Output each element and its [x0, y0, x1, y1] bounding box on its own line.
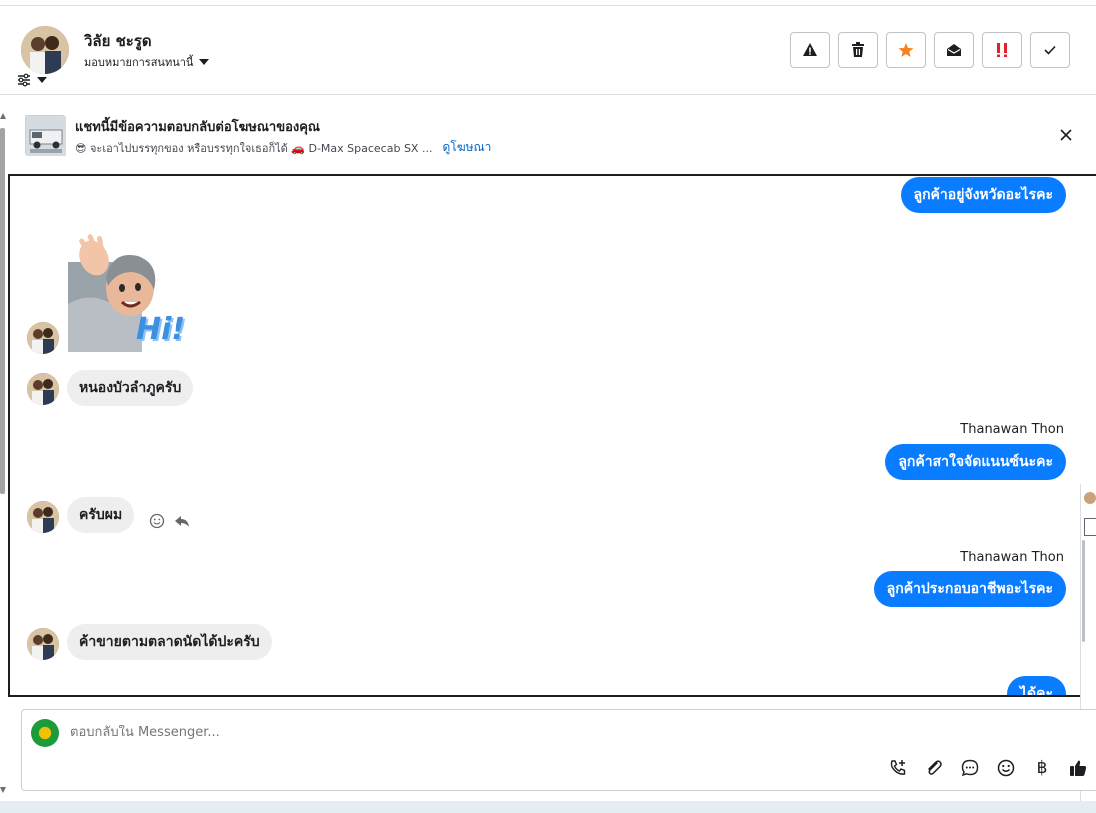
like-button[interactable]: [1068, 758, 1088, 778]
saved-replies-button[interactable]: [960, 758, 980, 778]
chevron-down-icon: [37, 77, 47, 83]
bottom-strip: [0, 801, 1096, 813]
close-banner-button[interactable]: [1057, 126, 1075, 144]
contact-avatar-small: [27, 373, 59, 405]
message-outgoing[interactable]: ลูกค้าอยู่จังหวัดอะไรคะ: [900, 177, 1066, 213]
message-thread[interactable]: ลูกค้าอยู่จังหวัดอะไรคะ Hi! หนองบัวลำภูค…: [8, 174, 1096, 697]
messenger-inbox-page: วิลัย ชะรูด มอบหมายการสนทนานี้ แชทนี้มีข…: [0, 0, 1096, 813]
report-button[interactable]: [790, 32, 830, 68]
check-icon: [1044, 45, 1056, 55]
close-icon: [1060, 129, 1072, 141]
message-outgoing[interactable]: ลูกค้าสาใจจัดแนนซ์นะคะ: [885, 444, 1066, 480]
scroll-down-icon[interactable]: [0, 786, 6, 794]
call-add-icon: [890, 760, 906, 775]
assign-label: มอบหมายการสนทนานี้: [84, 56, 194, 69]
contact-avatar-small: [27, 628, 59, 660]
mark-done-button[interactable]: [1030, 32, 1070, 68]
page-avatar: [31, 719, 59, 747]
message-incoming[interactable]: ค้าขายตามตลาดนัดได้ปะครับ: [67, 624, 272, 660]
reply-icon[interactable]: [174, 513, 190, 529]
hi-sticker[interactable]: Hi!: [68, 234, 188, 352]
message-outgoing[interactable]: ลูกค้าประกอบอาชีพอะไรคะ: [873, 571, 1066, 607]
call-button[interactable]: [888, 758, 908, 778]
mark-unread-button[interactable]: [934, 32, 974, 68]
contact-avatar[interactable]: [21, 26, 69, 74]
attach-button[interactable]: [924, 758, 944, 778]
composer-toolbar: ฿: [888, 758, 1088, 778]
trash-icon: [852, 42, 864, 57]
view-ad-link[interactable]: ดูโฆษณา: [442, 138, 491, 157]
delete-button[interactable]: [838, 32, 878, 68]
conversation-header: วิลัย ชะรูด มอบหมายการสนทนานี้: [0, 6, 1096, 95]
baht-icon: ฿: [1036, 758, 1048, 778]
important-icon: [997, 43, 1007, 57]
payment-button[interactable]: ฿: [1032, 758, 1052, 778]
reply-input[interactable]: [70, 725, 970, 740]
emoji-button[interactable]: [996, 758, 1016, 778]
sender-name: Thanawan Thon: [960, 550, 1064, 565]
message-composer: ฿: [21, 709, 1096, 791]
banner-subtitle-row: 😎 จะเอาไปบรรทุกของ หรือบรรทุกใจเธอก็ได้ …: [75, 138, 491, 157]
ad-reply-banner: แชทนี้มีข้อความตอบกลับต่อโฆษณาของคุณ 😎 จ…: [0, 96, 1096, 174]
message-incoming[interactable]: หนองบัวลำภูครับ: [67, 370, 194, 406]
emoji-icon: [997, 759, 1015, 777]
star-button[interactable]: [886, 32, 926, 68]
warning-icon: [803, 43, 817, 56]
react-emoji-icon[interactable]: [149, 513, 165, 529]
contact-name[interactable]: วิลัย ชะรูด: [84, 29, 152, 53]
banner-title: แชทนี้มีข้อความตอบกลับต่อโฆษณาของคุณ: [75, 120, 320, 135]
ad-caption: 😎 จะเอาไปบรรทุกของ หรือบรรทุกใจเธอก็ได้ …: [75, 141, 433, 155]
mark-unread-icon: [947, 44, 961, 56]
conversation-actions: [790, 32, 1070, 68]
message-incoming[interactable]: ครับผม: [67, 497, 135, 533]
contact-avatar-small: [27, 501, 59, 533]
chevron-down-icon: [199, 59, 210, 65]
star-icon: [898, 43, 914, 57]
mark-important-button[interactable]: [982, 32, 1022, 68]
assign-conversation-dropdown[interactable]: มอบหมายการสนทนานี้: [84, 53, 210, 71]
message-outgoing[interactable]: ได้คะ: [1006, 676, 1066, 695]
attachment-icon: [928, 760, 942, 775]
sender-name: Thanawan Thon: [960, 422, 1064, 437]
contact-avatar-small: [27, 322, 59, 354]
like-icon: [1070, 760, 1087, 776]
sliders-icon: [18, 73, 30, 87]
sticker-hi-text: Hi!: [136, 312, 186, 347]
saved-reply-icon: [961, 759, 979, 777]
ad-thumbnail[interactable]: [25, 115, 66, 156]
filter-menu-button[interactable]: [17, 73, 47, 87]
